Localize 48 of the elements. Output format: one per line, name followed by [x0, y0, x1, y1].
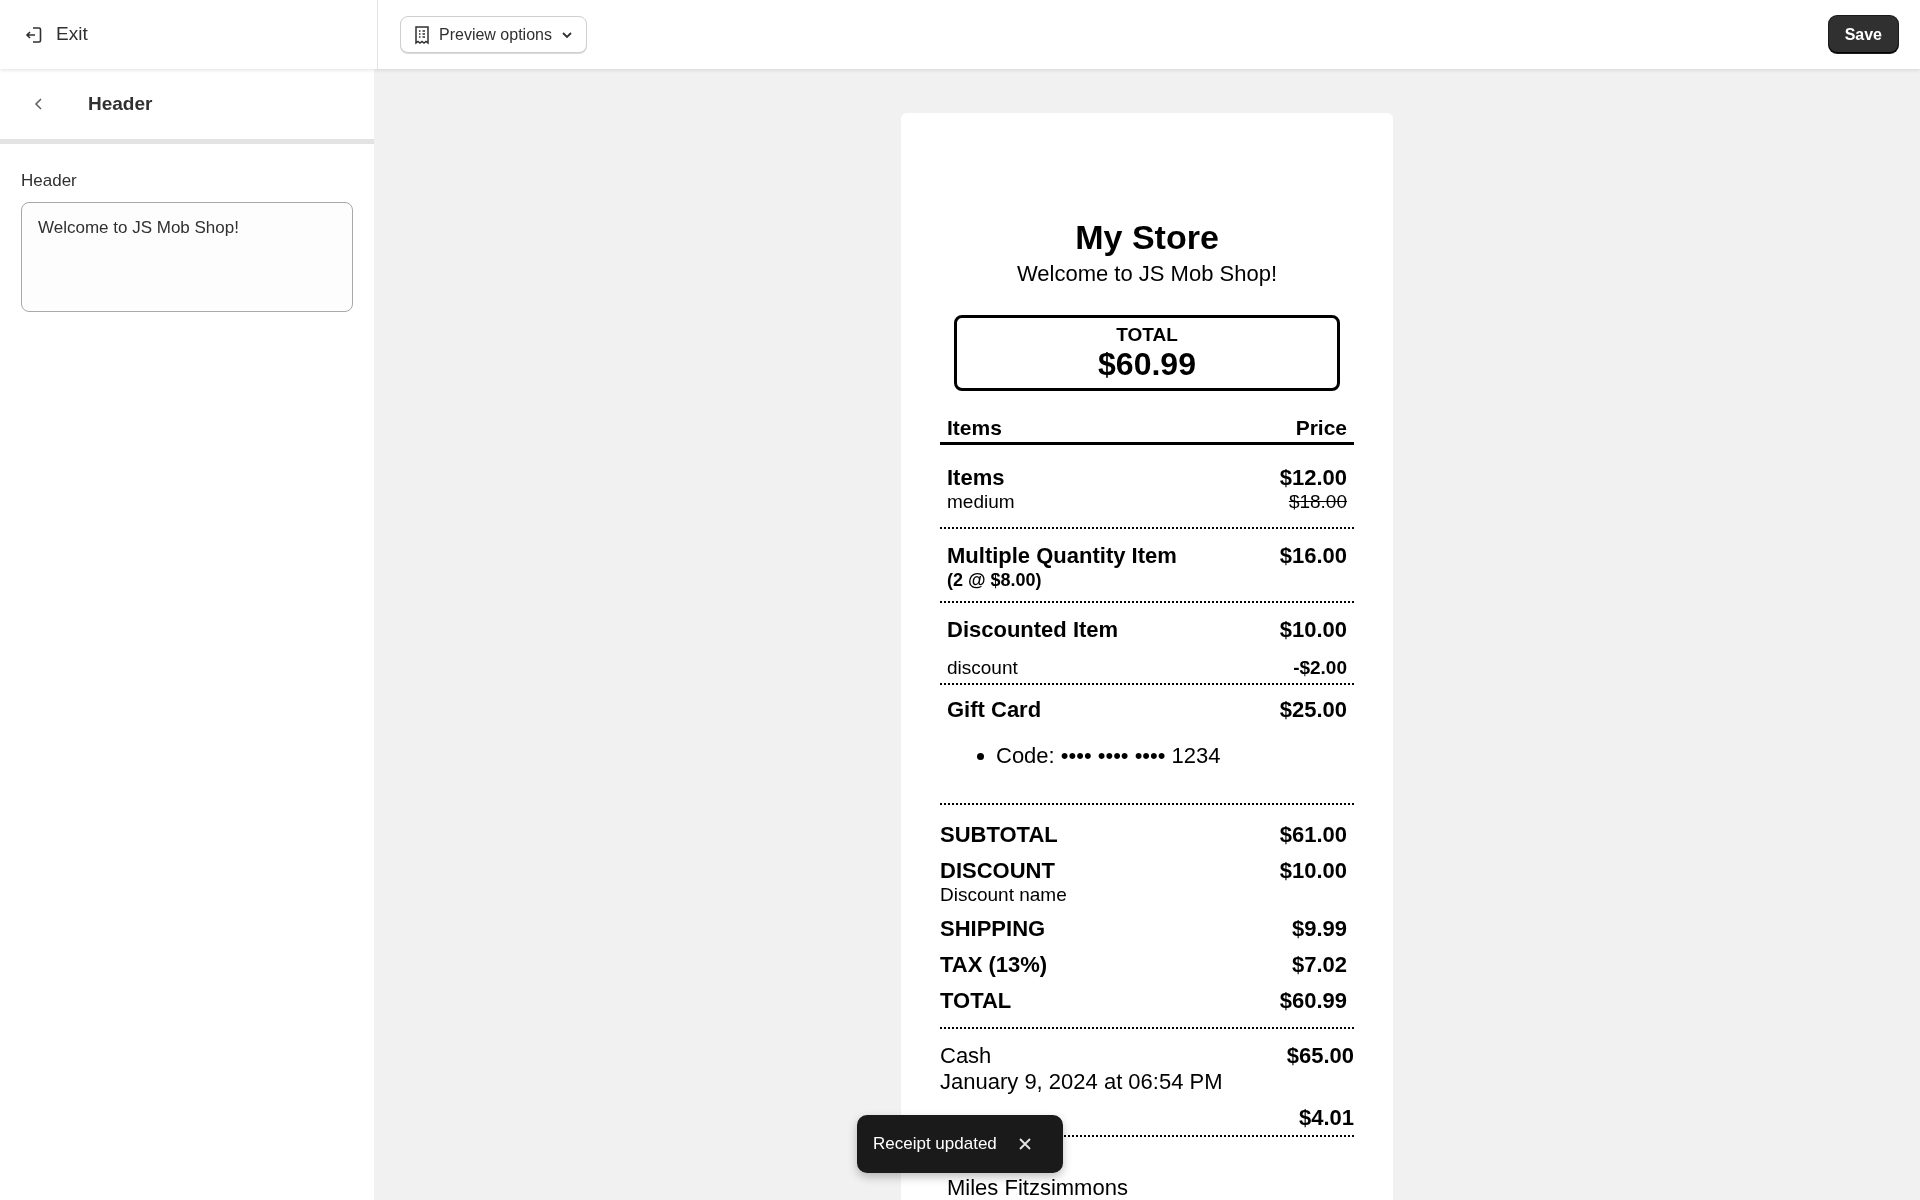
total-label: DISCOUNT	[940, 858, 1055, 884]
customer-name: Miles Fitzsimmons	[947, 1175, 1129, 1200]
total-amount: $10.00	[1279, 858, 1347, 884]
total-label: TAX (13%)	[940, 952, 1048, 978]
exit-icon	[24, 24, 44, 45]
preview-options-button[interactable]: Preview options	[400, 16, 587, 53]
total-amount: $7.02	[1291, 952, 1347, 978]
column-header: Items	[947, 415, 1002, 441]
payment-method: Cash	[940, 1043, 992, 1069]
item-quantity: (2 @ $8.00)	[947, 569, 1043, 591]
item-variant: medium	[947, 491, 1015, 513]
total-label: SUBTOTAL	[940, 822, 1058, 848]
chevron-left-icon	[34, 97, 44, 111]
payment-date: January 9, 2024 at 06:54 PM	[940, 1069, 1224, 1095]
close-button[interactable]	[1016, 1136, 1033, 1152]
item-name: Multiple Quantity Item	[947, 543, 1177, 569]
receipt-header: Welcome to JS Mob Shop!	[1015, 260, 1278, 288]
gift-card-code: Code: •••• •••• •••• 1234	[996, 743, 1221, 769]
exit-button[interactable]: Exit	[24, 20, 88, 49]
column-header: Price	[1295, 415, 1347, 441]
item-name: Items	[947, 465, 1005, 491]
discount-name: Discount name	[940, 884, 1068, 906]
total-label: TOTAL	[940, 988, 1012, 1014]
discount-label: discount	[947, 657, 1018, 679]
change-amount: $4.01	[1298, 1105, 1354, 1131]
field-label: Header	[21, 170, 78, 192]
discount-amount: -$2.00	[1293, 657, 1347, 679]
toast-message: Receipt updated	[873, 1133, 997, 1156]
total-label: TOTAL	[1116, 324, 1178, 346]
payment-amount: $65.00	[1286, 1043, 1354, 1069]
total-amount: $9.99	[1291, 916, 1347, 942]
total-amount: $60.99	[1098, 346, 1196, 382]
total-label: SHIPPING	[940, 916, 1046, 942]
item-price: $10.00	[1279, 617, 1347, 643]
item-price: $12.00	[1279, 465, 1347, 491]
store-name: My Store	[1074, 217, 1220, 257]
panel-title: Header	[88, 91, 153, 116]
original-price: $18.00	[1288, 491, 1347, 513]
header-text-field[interactable]: Welcome to JS Mob Shop!	[21, 201, 353, 312]
item-price: $16.00	[1279, 543, 1347, 569]
receipt-icon	[413, 24, 431, 45]
total-amount: $61.00	[1279, 822, 1347, 848]
bullet-icon	[977, 752, 984, 760]
save-button[interactable]: Save	[1828, 16, 1898, 53]
item-name: Gift Card	[947, 697, 1042, 723]
total-amount: $60.99	[1279, 988, 1347, 1014]
item-name: Discounted Item	[947, 617, 1119, 643]
item-price: $25.00	[1279, 697, 1347, 723]
